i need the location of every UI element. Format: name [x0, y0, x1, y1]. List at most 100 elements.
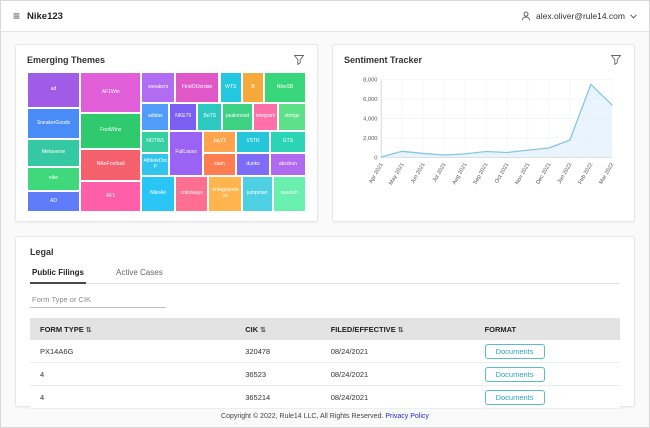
sort-icon[interactable]: ⇅: [260, 327, 266, 334]
column-header[interactable]: CIK⇅: [245, 325, 331, 334]
user-icon: [521, 11, 531, 21]
app-title: Nike123: [27, 11, 63, 22]
sentiment-filter-button[interactable]: [609, 53, 623, 67]
treemap-cell[interactable]: nike: [27, 167, 80, 191]
treemap-cell[interactable]: adidas: [141, 103, 169, 131]
treemap-cell[interactable]: AthleteDrop: [141, 153, 169, 175]
y-axis-label: 4,000: [363, 116, 377, 122]
treemap-cell-label: nike: [48, 175, 59, 183]
treemap-cell[interactable]: NOTW1: [141, 131, 169, 153]
treemap-cell[interactable]: GTS: [270, 131, 306, 153]
treemap-cell[interactable]: telegram: [253, 103, 278, 131]
documents-button[interactable]: Documents: [485, 367, 545, 382]
chevron-down-icon: [630, 14, 637, 19]
treemap-cell[interactable]: FootWins: [80, 113, 141, 149]
filings-table-header: FORM TYPE⇅CIK⇅FILED/EFFECTIVE⇅FORMAT: [30, 318, 620, 340]
menu-icon[interactable]: ≡: [13, 10, 20, 22]
treemap-cell-label: NikeFootball: [96, 161, 126, 169]
sort-icon[interactable]: ⇅: [398, 327, 404, 334]
treemap-cell-label: ad: [50, 86, 58, 94]
x-axis-label: Aug 2021: [452, 162, 469, 186]
filter-icon: [294, 55, 304, 65]
treemap-cell[interactable]: NikeSB: [264, 72, 306, 103]
tab-active-cases[interactable]: Active Cases: [114, 264, 165, 283]
treemap-cell[interactable]: NKE79: [169, 103, 197, 131]
cell-format: Documents: [485, 390, 610, 405]
documents-button[interactable]: Documents: [485, 344, 545, 359]
treemap-cell-label: NikeAir: [149, 190, 167, 198]
treemap-cell[interactable]: WTS: [220, 72, 242, 103]
top-cards-row: Emerging Themes adSneakerGoodsMetaversen…: [15, 44, 635, 222]
treemap-cell[interactable]: AF1Win: [80, 72, 141, 113]
treemap-cell[interactable]: AD: [27, 191, 80, 212]
treemap-cell-label: FootWins: [99, 127, 122, 135]
treemap-cell-label: B: [250, 84, 255, 92]
treemap-cell[interactable]: sneakers: [141, 72, 174, 103]
treemap-cell-label: Metaverse: [41, 149, 66, 157]
treemap-cell[interactable]: vintagejordans: [208, 176, 241, 212]
column-header[interactable]: FILED/EFFECTIVE⇅: [331, 325, 485, 334]
table-row: PX14A6G32047808/24/2021Documents: [30, 340, 620, 363]
treemap-cell[interactable]: FirstOfJordan: [175, 72, 220, 103]
cell-format: Documents: [485, 344, 610, 359]
cell-format: Documents: [485, 367, 610, 382]
column-header[interactable]: FORM TYPE⇅: [40, 325, 245, 334]
x-axis-label: Jul 2021: [432, 162, 448, 183]
cell-filed-effective: 08/24/2021: [331, 347, 485, 356]
treemap-cell[interactable]: ad: [27, 72, 80, 108]
y-axis-label: 0: [374, 155, 377, 161]
treemap-cell-label: telegram: [255, 113, 276, 121]
treemap-cell[interactable]: strings: [278, 103, 306, 131]
privacy-policy-link[interactable]: Privacy Policy: [385, 413, 429, 420]
tab-public-filings[interactable]: Public Filings: [30, 264, 86, 284]
treemap-cell[interactable]: AF1: [80, 181, 141, 212]
sort-icon[interactable]: ⇅: [86, 327, 92, 334]
treemap-cell-label: strings: [284, 113, 301, 121]
treemap-cell-label: SneakerGoods: [36, 120, 71, 128]
sentiment-chart: Apr 2021May 2021Jun 2021Jul 2021Aug 2021…: [344, 72, 623, 204]
treemap-cell-label: JayZ1: [212, 138, 228, 146]
treemap-cell[interactable]: slam: [203, 153, 236, 175]
x-axis-label: Apr 2021: [368, 162, 384, 185]
themes-treemap: ad SneakerGoods Metaverse nike AD AF1Win FootW…: [27, 72, 306, 212]
treemap-cell-label: NikeSB: [276, 84, 295, 92]
documents-button[interactable]: Documents: [485, 390, 545, 405]
user-menu[interactable]: alex.oliver@rule14.com: [521, 11, 637, 21]
table-row: 43652308/24/2021Documents: [30, 363, 620, 386]
treemap-cell[interactable]: colorways: [175, 176, 208, 212]
treemap-cell-label: slam: [213, 161, 226, 169]
page-footer: Copyright © 2022, Rule14 LLC, All Rights…: [1, 407, 649, 427]
user-email: alex.oliver@rule14.com: [536, 11, 625, 21]
treemap-cell-label: NKE79: [174, 113, 192, 121]
sentiment-tracker-card: Sentiment Tracker Apr 2021May 2021Jun 20…: [332, 44, 635, 222]
treemap-cell[interactable]: FullLaces: [169, 131, 202, 176]
treemap-cell-label: vintagejordans: [209, 187, 240, 200]
treemap-cell-label: sneakers: [147, 84, 169, 92]
themes-filter-button[interactable]: [292, 53, 306, 67]
treemap-cell[interactable]: BeTS: [197, 103, 222, 131]
treemap-cell-label: VSTR: [245, 138, 260, 146]
treemap-cell[interactable]: abcdrun: [270, 153, 306, 175]
treemap-cell[interactable]: swoosh: [273, 176, 306, 212]
treemap-cell[interactable]: SneakerGoods: [27, 108, 80, 139]
sentiment-title: Sentiment Tracker: [344, 55, 422, 65]
treemap-cell[interactable]: NikeFootball: [80, 149, 141, 181]
y-axis-label: 8,000: [363, 77, 377, 83]
treemap-cell-label: swoosh: [280, 190, 299, 198]
treemap-cell[interactable]: jumpman: [242, 176, 273, 212]
cell-filed-effective: 08/24/2021: [331, 370, 485, 379]
x-axis-label: Dec 2021: [535, 162, 552, 186]
x-axis-label: Jan 2022: [557, 162, 574, 185]
treemap-cell-label: jumpman: [246, 190, 269, 198]
form-type-cik-input[interactable]: [30, 292, 166, 308]
cell-cik: 36523: [245, 370, 331, 379]
cell-form-type: 4: [40, 370, 245, 379]
treemap-cell[interactable]: VSTR: [236, 131, 269, 153]
treemap-cell[interactable]: Metaverse: [27, 139, 80, 167]
treemap-cell[interactable]: dunks: [236, 153, 269, 175]
treemap-cell[interactable]: peakmood: [222, 103, 253, 131]
treemap-cell-label: AF1Win: [101, 89, 121, 97]
treemap-cell[interactable]: NikeAir: [141, 176, 174, 212]
treemap-cell[interactable]: B: [242, 72, 264, 103]
treemap-cell[interactable]: JayZ1: [203, 131, 236, 153]
